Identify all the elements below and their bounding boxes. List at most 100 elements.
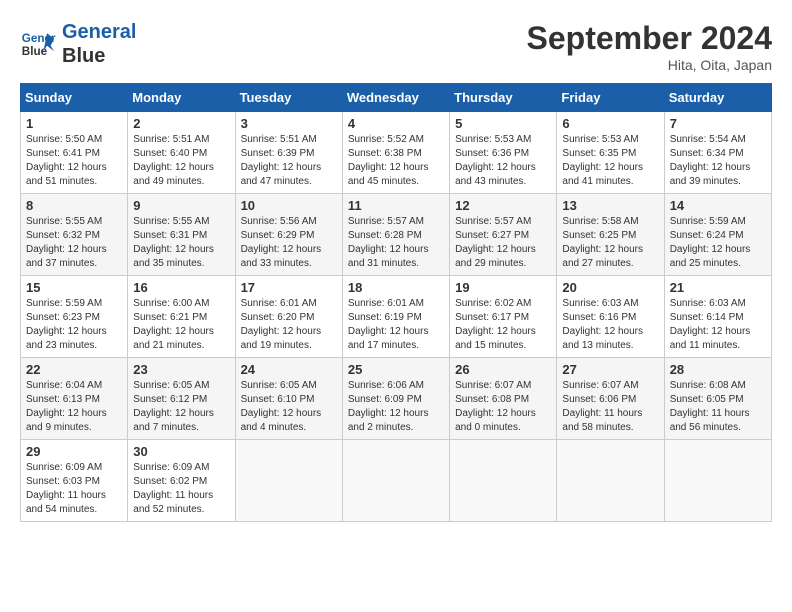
- day-info: Sunrise: 5:51 AM Sunset: 6:40 PM Dayligh…: [133, 133, 229, 189]
- day-info: Sunrise: 5:53 AM Sunset: 6:35 PM Dayligh…: [562, 133, 658, 189]
- calendar-cell: 24 Sunrise: 6:05 AM Sunset: 6:10 PM Dayli…: [235, 358, 342, 440]
- calendar-cell: 11Sunrise: 5:57 AM Sunset: 6:28 PM Dayli…: [342, 194, 449, 276]
- day-number: 28: [670, 362, 766, 377]
- calendar-cell: 3Sunrise: 5:51 AM Sunset: 6:39 PM Daylig…: [235, 112, 342, 194]
- day-number: 5: [455, 116, 551, 131]
- month-title: September 2024: [527, 20, 772, 57]
- weekday-header: Wednesday: [342, 84, 449, 112]
- calendar-week-row: 22 Sunrise: 6:04 AM Sunset: 6:13 PM Dayli…: [21, 358, 772, 440]
- weekday-header-row: SundayMondayTuesdayWednesdayThursdayFrid…: [21, 84, 772, 112]
- calendar-cell: [342, 440, 449, 522]
- day-info: Sunrise: 6:09 AM Sunset: 6:03 PM Dayligh…: [26, 461, 122, 517]
- calendar-cell: [664, 440, 771, 522]
- weekday-header: Friday: [557, 84, 664, 112]
- day-number: 23: [133, 362, 229, 377]
- calendar-cell: 12 Sunrise: 5:57 AM Sunset: 6:27 PM Dayli…: [450, 194, 557, 276]
- calendar-cell: 25 Sunrise: 6:06 AM Sunset: 6:09 PM Dayli…: [342, 358, 449, 440]
- page-header: General Blue GeneralBlue September 2024 …: [20, 20, 772, 73]
- calendar-cell: [557, 440, 664, 522]
- day-number: 21: [670, 280, 766, 295]
- day-info: Sunrise: 6:08 AM Sunset: 6:05 PM Dayligh…: [670, 379, 766, 435]
- day-info: Sunrise: 6:03 AM Sunset: 6:14 PM Dayligh…: [670, 297, 766, 353]
- day-number: 3: [241, 116, 337, 131]
- day-info: Sunrise: 6:01 AM Sunset: 6:20 PM Dayligh…: [241, 297, 337, 353]
- weekday-header: Tuesday: [235, 84, 342, 112]
- day-number: 22: [26, 362, 122, 377]
- logo-icon: General Blue: [20, 26, 56, 62]
- calendar-cell: 9Sunrise: 5:55 AM Sunset: 6:31 PM Daylig…: [128, 194, 235, 276]
- weekday-header: Saturday: [664, 84, 771, 112]
- day-number: 19: [455, 280, 551, 295]
- calendar-cell: 4 Sunrise: 5:52 AM Sunset: 6:38 PM Daylig…: [342, 112, 449, 194]
- day-number: 1: [26, 116, 122, 131]
- day-number: 26: [455, 362, 551, 377]
- calendar-cell: 28 Sunrise: 6:08 AM Sunset: 6:05 PM Dayli…: [664, 358, 771, 440]
- day-number: 18: [348, 280, 444, 295]
- calendar-cell: 18 Sunrise: 6:01 AM Sunset: 6:19 PM Dayli…: [342, 276, 449, 358]
- day-number: 4: [348, 116, 444, 131]
- calendar-cell: 22 Sunrise: 6:04 AM Sunset: 6:13 PM Dayli…: [21, 358, 128, 440]
- calendar-cell: 7 Sunrise: 5:54 AM Sunset: 6:34 PM Daylig…: [664, 112, 771, 194]
- calendar-cell: 23 Sunrise: 6:05 AM Sunset: 6:12 PM Dayli…: [128, 358, 235, 440]
- day-info: Sunrise: 5:54 AM Sunset: 6:34 PM Dayligh…: [670, 133, 766, 189]
- calendar-cell: 30 Sunrise: 6:09 AM Sunset: 6:02 PM Dayli…: [128, 440, 235, 522]
- calendar-week-row: 8 Sunrise: 5:55 AM Sunset: 6:32 PM Daylig…: [21, 194, 772, 276]
- day-info: Sunrise: 6:00 AM Sunset: 6:21 PM Dayligh…: [133, 297, 229, 353]
- day-info: Sunrise: 6:07 AM Sunset: 6:06 PM Dayligh…: [562, 379, 658, 435]
- day-info: Sunrise: 6:06 AM Sunset: 6:09 PM Dayligh…: [348, 379, 444, 435]
- calendar-week-row: 15 Sunrise: 5:59 AM Sunset: 6:23 PM Dayli…: [21, 276, 772, 358]
- day-info: Sunrise: 5:52 AM Sunset: 6:38 PM Dayligh…: [348, 133, 444, 189]
- day-info: Sunrise: 6:01 AM Sunset: 6:19 PM Dayligh…: [348, 297, 444, 353]
- svg-text:Blue: Blue: [22, 45, 48, 58]
- day-number: 2: [133, 116, 229, 131]
- calendar-cell: 19Sunrise: 6:02 AM Sunset: 6:17 PM Dayli…: [450, 276, 557, 358]
- day-number: 7: [670, 116, 766, 131]
- calendar-cell: 27Sunrise: 6:07 AM Sunset: 6:06 PM Dayli…: [557, 358, 664, 440]
- day-info: Sunrise: 5:55 AM Sunset: 6:32 PM Dayligh…: [26, 215, 122, 271]
- day-number: 6: [562, 116, 658, 131]
- calendar-table: SundayMondayTuesdayWednesdayThursdayFrid…: [20, 83, 772, 522]
- day-number: 20: [562, 280, 658, 295]
- calendar-week-row: 1 Sunrise: 5:50 AM Sunset: 6:41 PM Daylig…: [21, 112, 772, 194]
- day-info: Sunrise: 6:03 AM Sunset: 6:16 PM Dayligh…: [562, 297, 658, 353]
- calendar-cell: 8 Sunrise: 5:55 AM Sunset: 6:32 PM Daylig…: [21, 194, 128, 276]
- calendar-cell: 10Sunrise: 5:56 AM Sunset: 6:29 PM Dayli…: [235, 194, 342, 276]
- day-number: 8: [26, 198, 122, 213]
- calendar-cell: 2 Sunrise: 5:51 AM Sunset: 6:40 PM Daylig…: [128, 112, 235, 194]
- weekday-header: Sunday: [21, 84, 128, 112]
- calendar-cell: [450, 440, 557, 522]
- day-info: Sunrise: 5:59 AM Sunset: 6:24 PM Dayligh…: [670, 215, 766, 271]
- day-number: 29: [26, 444, 122, 459]
- day-info: Sunrise: 6:05 AM Sunset: 6:10 PM Dayligh…: [241, 379, 337, 435]
- calendar-cell: 15 Sunrise: 5:59 AM Sunset: 6:23 PM Dayli…: [21, 276, 128, 358]
- logo: General Blue GeneralBlue: [20, 20, 136, 68]
- weekday-header: Monday: [128, 84, 235, 112]
- day-number: 11: [348, 198, 444, 213]
- day-info: Sunrise: 6:04 AM Sunset: 6:13 PM Dayligh…: [26, 379, 122, 435]
- day-info: Sunrise: 5:59 AM Sunset: 6:23 PM Dayligh…: [26, 297, 122, 353]
- calendar-cell: 5Sunrise: 5:53 AM Sunset: 6:36 PM Daylig…: [450, 112, 557, 194]
- calendar-cell: 6 Sunrise: 5:53 AM Sunset: 6:35 PM Daylig…: [557, 112, 664, 194]
- calendar-cell: 17Sunrise: 6:01 AM Sunset: 6:20 PM Dayli…: [235, 276, 342, 358]
- day-info: Sunrise: 5:55 AM Sunset: 6:31 PM Dayligh…: [133, 215, 229, 271]
- day-info: Sunrise: 5:57 AM Sunset: 6:27 PM Dayligh…: [455, 215, 551, 271]
- day-number: 14: [670, 198, 766, 213]
- calendar-cell: 26Sunrise: 6:07 AM Sunset: 6:08 PM Dayli…: [450, 358, 557, 440]
- calendar-cell: 20 Sunrise: 6:03 AM Sunset: 6:16 PM Dayli…: [557, 276, 664, 358]
- day-number: 25: [348, 362, 444, 377]
- day-number: 12: [455, 198, 551, 213]
- location: Hita, Oita, Japan: [527, 57, 772, 73]
- day-number: 30: [133, 444, 229, 459]
- day-info: Sunrise: 6:05 AM Sunset: 6:12 PM Dayligh…: [133, 379, 229, 435]
- day-info: Sunrise: 6:09 AM Sunset: 6:02 PM Dayligh…: [133, 461, 229, 517]
- day-number: 10: [241, 198, 337, 213]
- day-number: 24: [241, 362, 337, 377]
- calendar-cell: 29 Sunrise: 6:09 AM Sunset: 6:03 PM Dayli…: [21, 440, 128, 522]
- title-block: September 2024 Hita, Oita, Japan: [527, 20, 772, 73]
- calendar-cell: 16Sunrise: 6:00 AM Sunset: 6:21 PM Dayli…: [128, 276, 235, 358]
- day-number: 15: [26, 280, 122, 295]
- day-info: Sunrise: 5:58 AM Sunset: 6:25 PM Dayligh…: [562, 215, 658, 271]
- day-info: Sunrise: 5:50 AM Sunset: 6:41 PM Dayligh…: [26, 133, 122, 189]
- weekday-header: Thursday: [450, 84, 557, 112]
- logo-text: GeneralBlue: [62, 20, 136, 68]
